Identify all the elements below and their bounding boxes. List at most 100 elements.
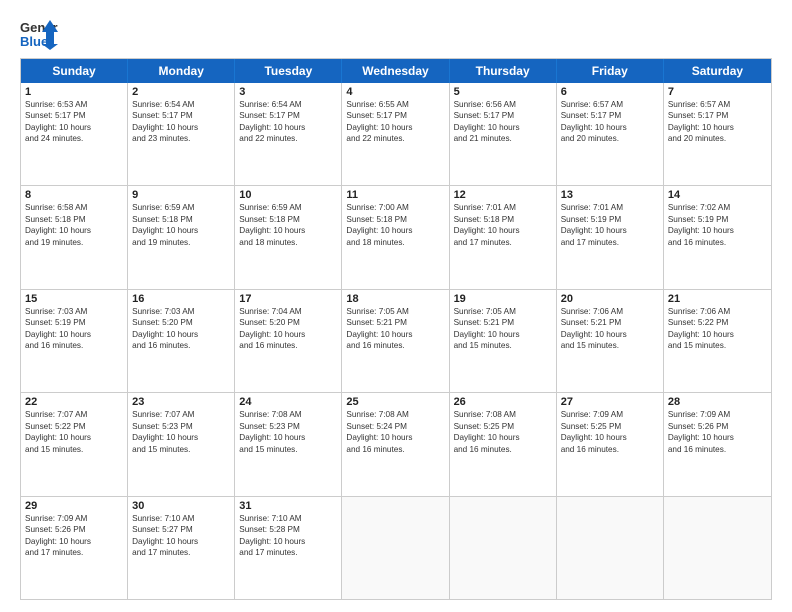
day-info: Sunrise: 6:56 AM Sunset: 5:17 PM Dayligh… [454, 99, 552, 145]
calendar-day-cell: 4Sunrise: 6:55 AM Sunset: 5:17 PM Daylig… [342, 83, 449, 185]
day-info: Sunrise: 6:57 AM Sunset: 5:17 PM Dayligh… [561, 99, 659, 145]
day-number: 24 [239, 396, 337, 408]
calendar-row: 29Sunrise: 7:09 AM Sunset: 5:26 PM Dayli… [21, 496, 771, 599]
calendar-day-cell: 12Sunrise: 7:01 AM Sunset: 5:18 PM Dayli… [450, 186, 557, 288]
calendar-day-cell: 1Sunrise: 6:53 AM Sunset: 5:17 PM Daylig… [21, 83, 128, 185]
day-number: 11 [346, 189, 444, 201]
calendar-day-cell: 25Sunrise: 7:08 AM Sunset: 5:24 PM Dayli… [342, 393, 449, 495]
calendar: SundayMondayTuesdayWednesdayThursdayFrid… [20, 58, 772, 600]
day-info: Sunrise: 6:55 AM Sunset: 5:17 PM Dayligh… [346, 99, 444, 145]
calendar-day-cell: 20Sunrise: 7:06 AM Sunset: 5:21 PM Dayli… [557, 290, 664, 392]
day-info: Sunrise: 6:58 AM Sunset: 5:18 PM Dayligh… [25, 202, 123, 248]
logo-icon: General Blue [20, 16, 58, 50]
day-info: Sunrise: 7:03 AM Sunset: 5:19 PM Dayligh… [25, 306, 123, 352]
calendar-day-cell: 14Sunrise: 7:02 AM Sunset: 5:19 PM Dayli… [664, 186, 771, 288]
day-number: 7 [668, 86, 767, 98]
calendar-day-cell: 6Sunrise: 6:57 AM Sunset: 5:17 PM Daylig… [557, 83, 664, 185]
day-number: 19 [454, 293, 552, 305]
day-info: Sunrise: 6:59 AM Sunset: 5:18 PM Dayligh… [132, 202, 230, 248]
day-info: Sunrise: 7:09 AM Sunset: 5:26 PM Dayligh… [25, 513, 123, 559]
empty-cell [342, 497, 449, 599]
calendar-row: 1Sunrise: 6:53 AM Sunset: 5:17 PM Daylig… [21, 83, 771, 185]
day-info: Sunrise: 7:05 AM Sunset: 5:21 PM Dayligh… [454, 306, 552, 352]
logo: General Blue [20, 16, 58, 50]
day-info: Sunrise: 7:03 AM Sunset: 5:20 PM Dayligh… [132, 306, 230, 352]
calendar-day-cell: 28Sunrise: 7:09 AM Sunset: 5:26 PM Dayli… [664, 393, 771, 495]
day-number: 16 [132, 293, 230, 305]
calendar-day-cell: 31Sunrise: 7:10 AM Sunset: 5:28 PM Dayli… [235, 497, 342, 599]
day-number: 1 [25, 86, 123, 98]
day-number: 14 [668, 189, 767, 201]
day-number: 4 [346, 86, 444, 98]
page: General Blue SundayMondayTuesdayWednesda… [0, 0, 792, 612]
weekday-header: Wednesday [342, 59, 449, 83]
day-number: 3 [239, 86, 337, 98]
calendar-day-cell: 10Sunrise: 6:59 AM Sunset: 5:18 PM Dayli… [235, 186, 342, 288]
day-info: Sunrise: 7:09 AM Sunset: 5:25 PM Dayligh… [561, 409, 659, 455]
day-number: 9 [132, 189, 230, 201]
day-number: 8 [25, 189, 123, 201]
calendar-day-cell: 3Sunrise: 6:54 AM Sunset: 5:17 PM Daylig… [235, 83, 342, 185]
calendar-day-cell: 19Sunrise: 7:05 AM Sunset: 5:21 PM Dayli… [450, 290, 557, 392]
calendar-day-cell: 29Sunrise: 7:09 AM Sunset: 5:26 PM Dayli… [21, 497, 128, 599]
day-info: Sunrise: 6:54 AM Sunset: 5:17 PM Dayligh… [132, 99, 230, 145]
calendar-day-cell: 21Sunrise: 7:06 AM Sunset: 5:22 PM Dayli… [664, 290, 771, 392]
day-info: Sunrise: 7:02 AM Sunset: 5:19 PM Dayligh… [668, 202, 767, 248]
day-number: 12 [454, 189, 552, 201]
calendar-day-cell: 15Sunrise: 7:03 AM Sunset: 5:19 PM Dayli… [21, 290, 128, 392]
day-info: Sunrise: 6:57 AM Sunset: 5:17 PM Dayligh… [668, 99, 767, 145]
day-info: Sunrise: 7:06 AM Sunset: 5:22 PM Dayligh… [668, 306, 767, 352]
day-number: 22 [25, 396, 123, 408]
calendar-day-cell: 24Sunrise: 7:08 AM Sunset: 5:23 PM Dayli… [235, 393, 342, 495]
day-info: Sunrise: 7:08 AM Sunset: 5:25 PM Dayligh… [454, 409, 552, 455]
day-info: Sunrise: 7:08 AM Sunset: 5:23 PM Dayligh… [239, 409, 337, 455]
calendar-row: 15Sunrise: 7:03 AM Sunset: 5:19 PM Dayli… [21, 289, 771, 392]
day-info: Sunrise: 6:59 AM Sunset: 5:18 PM Dayligh… [239, 202, 337, 248]
day-info: Sunrise: 7:05 AM Sunset: 5:21 PM Dayligh… [346, 306, 444, 352]
calendar-day-cell: 5Sunrise: 6:56 AM Sunset: 5:17 PM Daylig… [450, 83, 557, 185]
day-number: 23 [132, 396, 230, 408]
empty-cell [664, 497, 771, 599]
calendar-day-cell: 11Sunrise: 7:00 AM Sunset: 5:18 PM Dayli… [342, 186, 449, 288]
day-number: 29 [25, 500, 123, 512]
day-number: 30 [132, 500, 230, 512]
day-info: Sunrise: 7:01 AM Sunset: 5:19 PM Dayligh… [561, 202, 659, 248]
calendar-day-cell: 23Sunrise: 7:07 AM Sunset: 5:23 PM Dayli… [128, 393, 235, 495]
weekday-header: Thursday [450, 59, 557, 83]
calendar-day-cell: 22Sunrise: 7:07 AM Sunset: 5:22 PM Dayli… [21, 393, 128, 495]
day-number: 27 [561, 396, 659, 408]
calendar-day-cell: 16Sunrise: 7:03 AM Sunset: 5:20 PM Dayli… [128, 290, 235, 392]
svg-text:Blue: Blue [20, 34, 48, 49]
calendar-day-cell: 9Sunrise: 6:59 AM Sunset: 5:18 PM Daylig… [128, 186, 235, 288]
calendar-day-cell: 18Sunrise: 7:05 AM Sunset: 5:21 PM Dayli… [342, 290, 449, 392]
weekday-header: Sunday [21, 59, 128, 83]
calendar-day-cell: 17Sunrise: 7:04 AM Sunset: 5:20 PM Dayli… [235, 290, 342, 392]
day-number: 26 [454, 396, 552, 408]
day-number: 13 [561, 189, 659, 201]
calendar-row: 22Sunrise: 7:07 AM Sunset: 5:22 PM Dayli… [21, 392, 771, 495]
calendar-day-cell: 30Sunrise: 7:10 AM Sunset: 5:27 PM Dayli… [128, 497, 235, 599]
day-info: Sunrise: 6:53 AM Sunset: 5:17 PM Dayligh… [25, 99, 123, 145]
day-number: 25 [346, 396, 444, 408]
calendar-header: SundayMondayTuesdayWednesdayThursdayFrid… [21, 59, 771, 83]
weekday-header: Tuesday [235, 59, 342, 83]
weekday-header: Friday [557, 59, 664, 83]
calendar-day-cell: 27Sunrise: 7:09 AM Sunset: 5:25 PM Dayli… [557, 393, 664, 495]
day-info: Sunrise: 7:04 AM Sunset: 5:20 PM Dayligh… [239, 306, 337, 352]
weekday-header: Monday [128, 59, 235, 83]
empty-cell [557, 497, 664, 599]
day-number: 15 [25, 293, 123, 305]
day-info: Sunrise: 7:06 AM Sunset: 5:21 PM Dayligh… [561, 306, 659, 352]
day-info: Sunrise: 7:10 AM Sunset: 5:27 PM Dayligh… [132, 513, 230, 559]
day-number: 31 [239, 500, 337, 512]
day-info: Sunrise: 7:08 AM Sunset: 5:24 PM Dayligh… [346, 409, 444, 455]
calendar-body: 1Sunrise: 6:53 AM Sunset: 5:17 PM Daylig… [21, 83, 771, 599]
day-number: 6 [561, 86, 659, 98]
day-number: 28 [668, 396, 767, 408]
day-number: 17 [239, 293, 337, 305]
empty-cell [450, 497, 557, 599]
day-info: Sunrise: 7:09 AM Sunset: 5:26 PM Dayligh… [668, 409, 767, 455]
calendar-day-cell: 26Sunrise: 7:08 AM Sunset: 5:25 PM Dayli… [450, 393, 557, 495]
day-number: 10 [239, 189, 337, 201]
day-number: 18 [346, 293, 444, 305]
